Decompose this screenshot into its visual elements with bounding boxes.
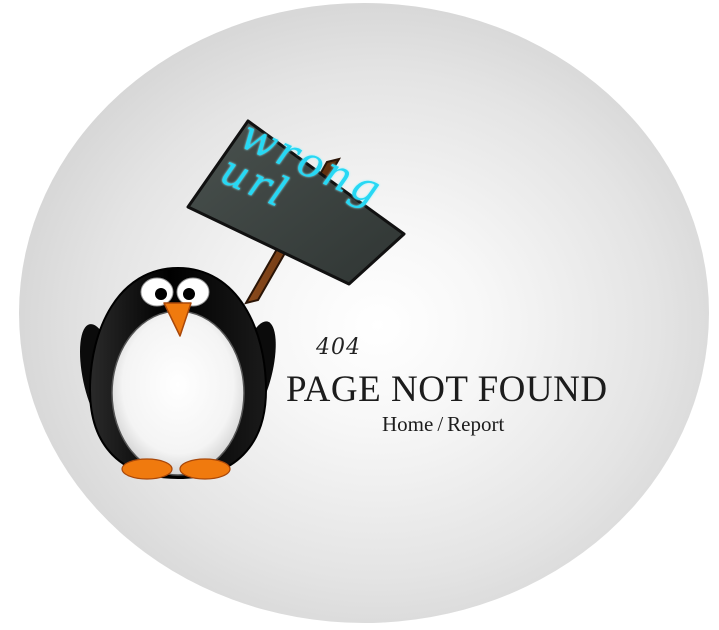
page-title: PAGE NOT FOUND bbox=[286, 369, 608, 410]
error-page: wrong url 404 PAGE NOT FOUND Home / Report bbox=[0, 0, 719, 630]
nav-links: Home / Report bbox=[382, 412, 504, 437]
link-separator: / bbox=[437, 412, 444, 436]
penguin-illustration bbox=[80, 119, 406, 480]
report-link[interactable]: Report bbox=[447, 412, 504, 436]
home-link[interactable]: Home bbox=[382, 412, 433, 436]
error-code: 404 bbox=[316, 335, 361, 360]
